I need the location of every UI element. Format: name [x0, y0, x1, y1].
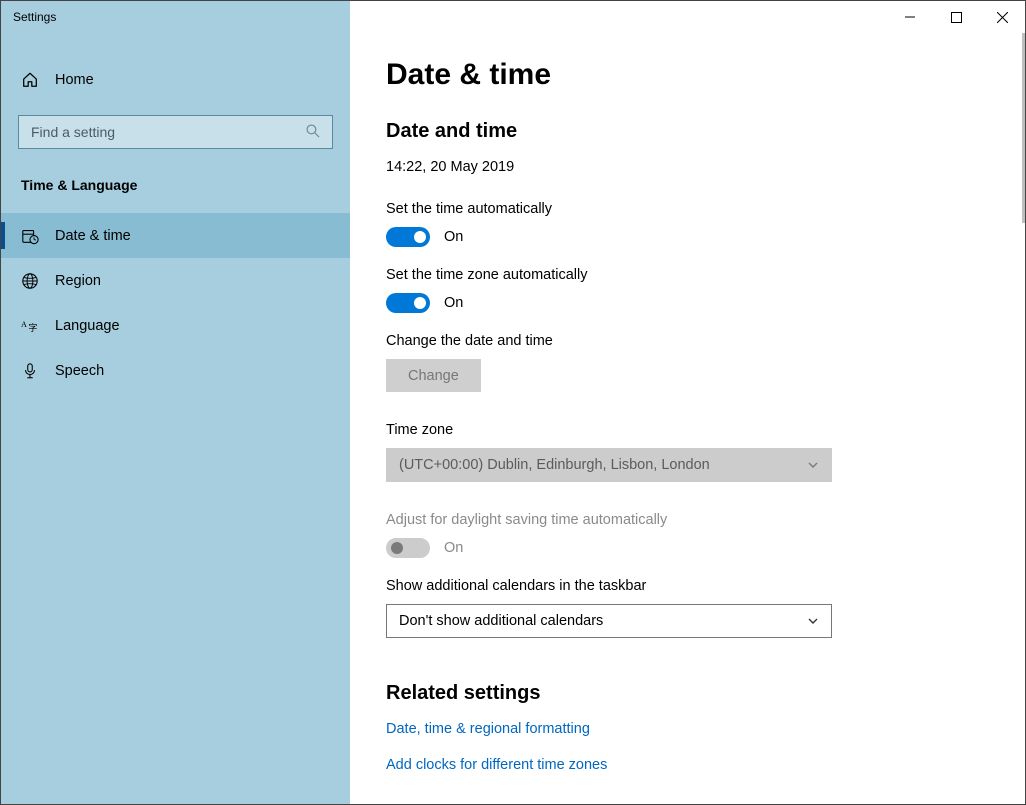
set-tz-auto-toggle-row: On	[386, 293, 1025, 313]
sidebar: Home Time & Language	[1, 33, 350, 804]
link-formatting[interactable]: Date, time & regional formatting	[386, 721, 1025, 737]
add-cal-value: Don't show additional calendars	[399, 613, 603, 629]
window-controls	[887, 1, 1025, 33]
tz-select: (UTC+00:00) Dublin, Edinburgh, Lisbon, L…	[386, 448, 832, 482]
svg-text:A: A	[21, 319, 27, 328]
section-heading: Date and time	[386, 120, 1025, 143]
svg-text:字: 字	[28, 321, 37, 332]
sidebar-item-label: Language	[55, 318, 120, 334]
titlebar-title-area: Settings	[1, 1, 350, 33]
microphone-icon	[21, 362, 39, 380]
search-input[interactable]	[29, 123, 306, 141]
sidebar-item-label: Date & time	[55, 228, 131, 244]
sidebar-item-speech[interactable]: Speech	[1, 348, 350, 393]
minimize-icon	[905, 12, 915, 22]
sidebar-item-label: Speech	[55, 363, 104, 379]
add-cal-label: Show additional calendars in the taskbar	[386, 578, 1025, 594]
toggle-knob	[391, 542, 403, 554]
chevron-down-icon	[807, 615, 819, 627]
scrollbar-thumb[interactable]	[1022, 33, 1025, 223]
language-icon: A 字	[21, 317, 39, 335]
sidebar-item-date-time[interactable]: Date & time	[1, 213, 350, 258]
search-icon	[306, 124, 322, 140]
set-time-auto-toggle-row: On	[386, 227, 1025, 247]
content-area: Home Time & Language	[1, 33, 1025, 804]
dst-toggle-row: On	[386, 538, 1025, 558]
window-title: Settings	[13, 10, 56, 24]
change-button: Change	[386, 359, 481, 392]
tz-label: Time zone	[386, 422, 1025, 438]
related-settings-heading: Related settings	[386, 682, 1025, 705]
set-tz-auto-label: Set the time zone automatically	[386, 267, 1025, 283]
globe-icon	[21, 272, 39, 290]
tz-value: (UTC+00:00) Dublin, Edinburgh, Lisbon, L…	[399, 457, 710, 473]
sidebar-item-language[interactable]: A 字 Language	[1, 303, 350, 348]
home-icon	[21, 71, 39, 89]
dst-toggle	[386, 538, 430, 558]
close-icon	[997, 12, 1008, 23]
add-cal-select[interactable]: Don't show additional calendars	[386, 604, 832, 638]
minimize-button[interactable]	[887, 1, 933, 33]
dst-state: On	[444, 540, 463, 556]
page-title: Date & time	[386, 58, 1025, 92]
titlebar-fill	[350, 1, 1025, 33]
sidebar-search[interactable]	[18, 115, 333, 149]
sidebar-item-label: Region	[55, 273, 101, 289]
content-wrap: Date & time Date and time 14:22, 20 May …	[350, 33, 1025, 804]
chevron-down-icon	[807, 459, 819, 471]
set-tz-auto-state: On	[444, 295, 463, 311]
settings-window: Settings	[0, 0, 1026, 805]
set-time-auto-label: Set the time automatically	[386, 201, 1025, 217]
set-time-auto-toggle[interactable]	[386, 227, 430, 247]
sidebar-home[interactable]: Home	[1, 63, 350, 97]
toggle-knob	[414, 297, 426, 309]
change-dt-label: Change the date and time	[386, 333, 1025, 349]
main-content: Date & time Date and time 14:22, 20 May …	[350, 33, 1025, 804]
sidebar-item-region[interactable]: Region	[1, 258, 350, 303]
set-time-auto-state: On	[444, 229, 463, 245]
link-add-clocks[interactable]: Add clocks for different time zones	[386, 757, 1025, 773]
toggle-knob	[414, 231, 426, 243]
maximize-icon	[951, 12, 962, 23]
maximize-button[interactable]	[933, 1, 979, 33]
close-button[interactable]	[979, 1, 1025, 33]
set-tz-auto-toggle[interactable]	[386, 293, 430, 313]
dst-label: Adjust for daylight saving time automati…	[386, 512, 1025, 528]
date-time-icon	[21, 227, 39, 245]
sidebar-category-header: Time & Language	[1, 173, 350, 213]
sidebar-home-label: Home	[55, 72, 94, 88]
titlebar: Settings	[1, 1, 1025, 33]
current-datetime: 14:22, 20 May 2019	[386, 159, 1025, 175]
